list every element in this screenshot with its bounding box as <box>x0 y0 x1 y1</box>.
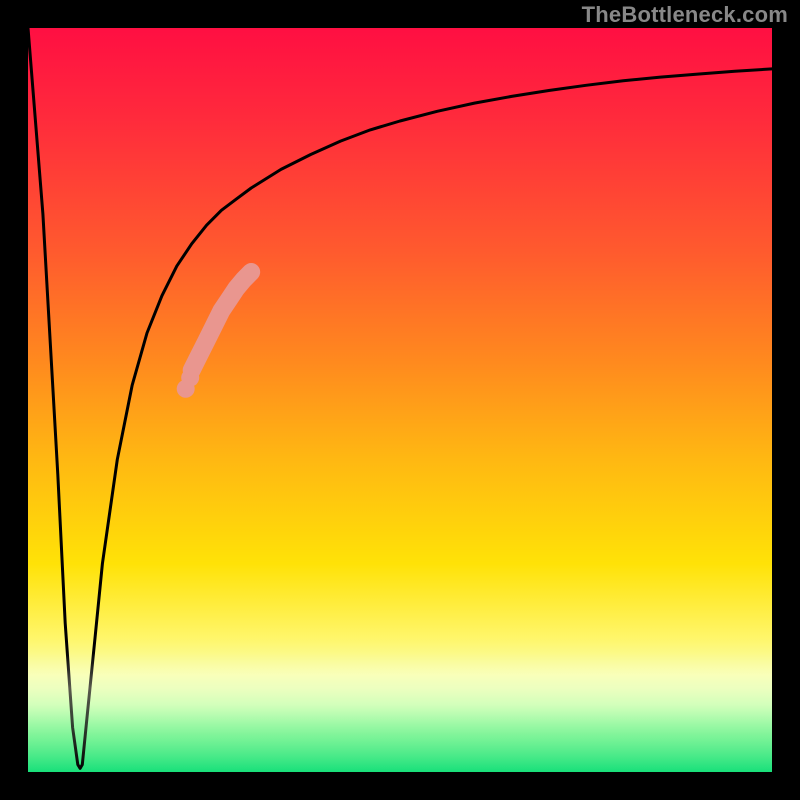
chart-frame: TheBottleneck.com <box>0 0 800 800</box>
curve-svg <box>28 28 772 772</box>
highlight-segment-path <box>192 272 252 370</box>
highlight-dots <box>177 369 200 398</box>
watermark-text: TheBottleneck.com <box>582 2 788 28</box>
bottleneck-curve-path <box>28 28 772 768</box>
highlight-dot <box>181 369 199 387</box>
plot-area <box>28 28 772 772</box>
